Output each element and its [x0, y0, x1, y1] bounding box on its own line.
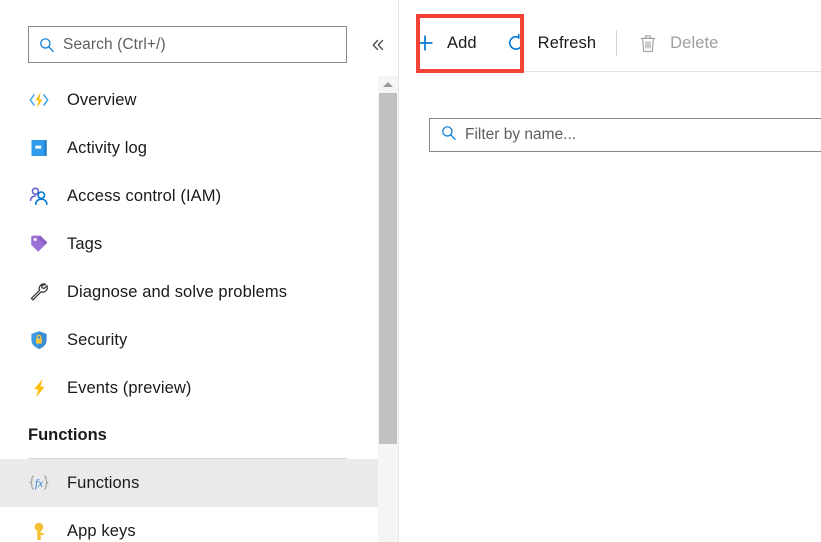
functions-table: Name No results. [800, 196, 821, 304]
plus-icon [414, 33, 436, 53]
sidebar-item-diagnose[interactable]: Diagnose and solve problems [0, 268, 378, 316]
overview-lightning-icon [28, 89, 50, 111]
sidebar-divider [398, 0, 399, 542]
delete-button-label: Delete [670, 34, 718, 53]
sidebar-scrollbar-thumb[interactable] [379, 93, 397, 444]
refresh-button[interactable]: Refresh [491, 14, 610, 72]
sidebar-item-label: App keys [67, 522, 136, 541]
sidebar-item-label: Overview [67, 91, 137, 110]
sidebar-item-tags[interactable]: Tags [0, 220, 378, 268]
fx-braces-icon: fx [28, 472, 50, 494]
sidebar-item-label: Access control (IAM) [67, 187, 221, 206]
activity-log-book-icon [28, 137, 50, 159]
filter-input[interactable]: Filter by name... [429, 118, 821, 152]
search-icon [39, 37, 55, 53]
sidebar-item-security[interactable]: Security [0, 316, 378, 364]
sidebar-item-label: Tags [67, 235, 102, 254]
delete-button[interactable]: Delete [623, 14, 732, 72]
command-toolbar: Add Refresh [400, 14, 821, 72]
scroll-up-arrow-icon[interactable] [378, 76, 398, 93]
search-input[interactable]: Search (Ctrl+/) [28, 26, 347, 63]
table-header-row: Name [800, 196, 821, 250]
sidebar-group-title-functions: Functions [0, 412, 378, 458]
search-icon [441, 125, 457, 146]
sidebar-item-app-keys[interactable]: App keys [0, 507, 378, 542]
toolbar-divider [616, 30, 617, 56]
functions-list-panel: Add Refresh [400, 0, 821, 542]
resource-menu-sidebar: Search (Ctrl+/) Overview [0, 0, 399, 542]
wrench-icon [28, 281, 50, 303]
sidebar-item-functions[interactable]: fx Functions [0, 459, 378, 507]
table-empty-row: No results. [800, 251, 821, 303]
refresh-icon [505, 33, 527, 53]
toolbar-underline [416, 71, 821, 72]
add-button-label: Add [447, 34, 477, 53]
sidebar-item-activity-log[interactable]: Activity log [0, 124, 378, 172]
sidebar-item-label: Functions [67, 474, 139, 493]
chevron-double-left-icon[interactable] [366, 33, 390, 57]
sidebar-item-overview[interactable]: Overview [0, 76, 378, 124]
access-control-people-icon [28, 185, 50, 207]
sidebar-item-label: Activity log [67, 139, 147, 158]
trash-icon [637, 33, 659, 53]
add-button[interactable]: Add [400, 14, 491, 72]
key-icon [28, 520, 50, 542]
sidebar-item-label: Security [67, 331, 127, 350]
refresh-button-label: Refresh [538, 34, 596, 53]
svg-text:fx: fx [35, 478, 44, 490]
sidebar-item-events[interactable]: Events (preview) [0, 364, 378, 412]
sidebar-item-label: Diagnose and solve problems [67, 283, 287, 302]
lightning-bolt-icon [28, 377, 50, 399]
sidebar-search-row: Search (Ctrl+/) [0, 26, 399, 64]
sidebar-item-access-control[interactable]: Access control (IAM) [0, 172, 378, 220]
filter-placeholder: Filter by name... [465, 126, 576, 144]
search-placeholder: Search (Ctrl+/) [63, 36, 166, 54]
tag-icon [28, 233, 50, 255]
azure-portal-screen: pp Search (Ctrl+/) [0, 0, 821, 542]
shield-lock-icon [28, 329, 50, 351]
sidebar-nav-list: Overview Activity log [0, 76, 378, 542]
sidebar-item-label: Events (preview) [67, 379, 191, 398]
